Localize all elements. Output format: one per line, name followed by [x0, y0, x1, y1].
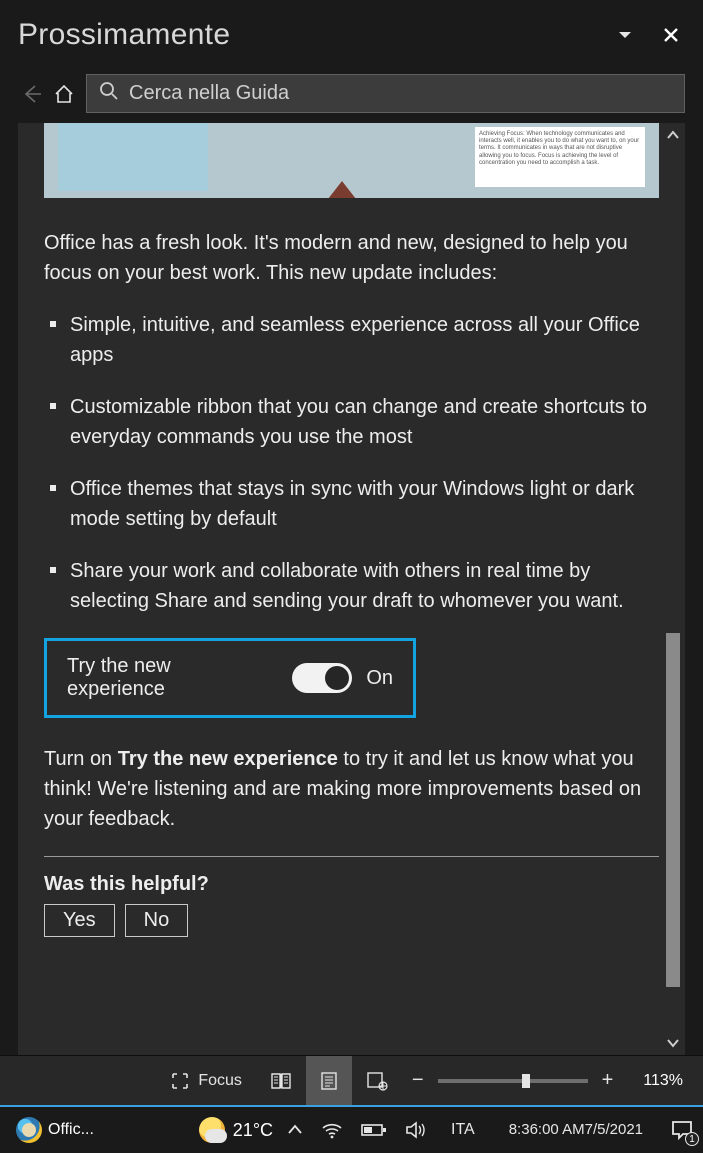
scroll-thumb[interactable] — [666, 633, 680, 987]
search-box[interactable] — [86, 74, 685, 113]
zoom-in-button[interactable]: + — [598, 1069, 618, 1092]
taskbar-app-office[interactable]: Offic... — [10, 1113, 100, 1147]
feature-item: Office themes that stays in sync with yo… — [44, 474, 659, 534]
page-icon — [320, 1071, 338, 1091]
zoom-out-button[interactable]: − — [408, 1069, 428, 1092]
web-icon — [366, 1071, 388, 1091]
scroll-up-button[interactable] — [663, 123, 683, 147]
feature-item: Customizable ribbon that you can change … — [44, 392, 659, 452]
focus-icon — [170, 1071, 190, 1091]
focus-mode-button[interactable]: Focus — [156, 1056, 256, 1105]
search-input[interactable] — [129, 82, 672, 105]
try-experience-box: Try the new experience On — [44, 638, 416, 718]
try-experience-toggle[interactable] — [292, 663, 353, 693]
helpful-buttons: Yes No — [44, 904, 659, 937]
notification-badge: 1 — [685, 1132, 699, 1146]
clock[interactable]: 8:36:00 AM 7/5/2021 — [499, 1121, 653, 1139]
turn-on-text: Turn on Try the new experience to try it… — [44, 744, 659, 834]
nav-row — [12, 70, 691, 123]
back-button[interactable] — [18, 80, 46, 108]
home-button[interactable] — [50, 80, 78, 108]
helpful-no-button[interactable]: No — [125, 904, 189, 937]
weather-icon — [199, 1117, 225, 1143]
dropdown-button[interactable] — [611, 21, 639, 49]
weather-widget[interactable]: 21°C — [199, 1117, 273, 1143]
system-tray: ITA 8:36:00 AM 7/5/2021 1 — [287, 1120, 693, 1140]
print-layout-button[interactable] — [306, 1056, 352, 1105]
notifications-button[interactable]: 1 — [671, 1120, 693, 1140]
close-button[interactable] — [657, 21, 685, 49]
feature-list: Simple, intuitive, and seamless experien… — [44, 310, 659, 616]
help-content: Achieving Focus: When technology communi… — [18, 123, 685, 1055]
search-icon — [99, 81, 119, 106]
content-wrap: Achieving Focus: When technology communi… — [18, 123, 685, 1055]
status-bar: Focus − + 113% — [0, 1055, 703, 1105]
web-layout-button[interactable] — [352, 1056, 402, 1105]
panel-header: Prossimamente — [12, 8, 691, 70]
try-experience-label: Try the new experience — [67, 655, 270, 701]
panel-title: Prossimamente — [18, 18, 593, 52]
scroll-track[interactable] — [663, 147, 683, 1031]
intro-text: Office has a fresh look. It's modern and… — [44, 228, 659, 288]
feature-item: Simple, intuitive, and seamless experien… — [44, 310, 659, 370]
zoom-control: − + 113% — [408, 1069, 683, 1092]
divider — [44, 856, 659, 857]
scrollbar[interactable] — [663, 123, 683, 1055]
volume-icon[interactable] — [405, 1121, 427, 1139]
language-indicator[interactable]: ITA — [445, 1121, 481, 1139]
zoom-value[interactable]: 113% — [643, 1072, 683, 1090]
taskbar: Offic... 21°C ITA 8:36:00 AM 7/5/2021 1 — [0, 1105, 703, 1153]
read-mode-button[interactable] — [256, 1056, 306, 1105]
feature-preview-image: Achieving Focus: When technology communi… — [44, 123, 659, 198]
helpful-yes-button[interactable]: Yes — [44, 904, 115, 937]
helpful-question: Was this helpful? — [44, 873, 659, 896]
tray-overflow-button[interactable] — [287, 1124, 303, 1136]
coming-soon-panel: Prossimamente Achieving Focus: When tech — [0, 0, 703, 1055]
battery-icon[interactable] — [361, 1123, 387, 1137]
zoom-slider[interactable] — [438, 1079, 588, 1083]
feature-item: Share your work and collaborate with oth… — [44, 556, 659, 616]
book-icon — [270, 1072, 292, 1090]
toggle-knob — [325, 666, 349, 690]
wifi-icon[interactable] — [321, 1121, 343, 1139]
paint-icon — [16, 1117, 42, 1143]
scroll-down-button[interactable] — [663, 1031, 683, 1055]
zoom-slider-thumb[interactable] — [522, 1074, 530, 1088]
toggle-state-label: On — [366, 667, 393, 690]
